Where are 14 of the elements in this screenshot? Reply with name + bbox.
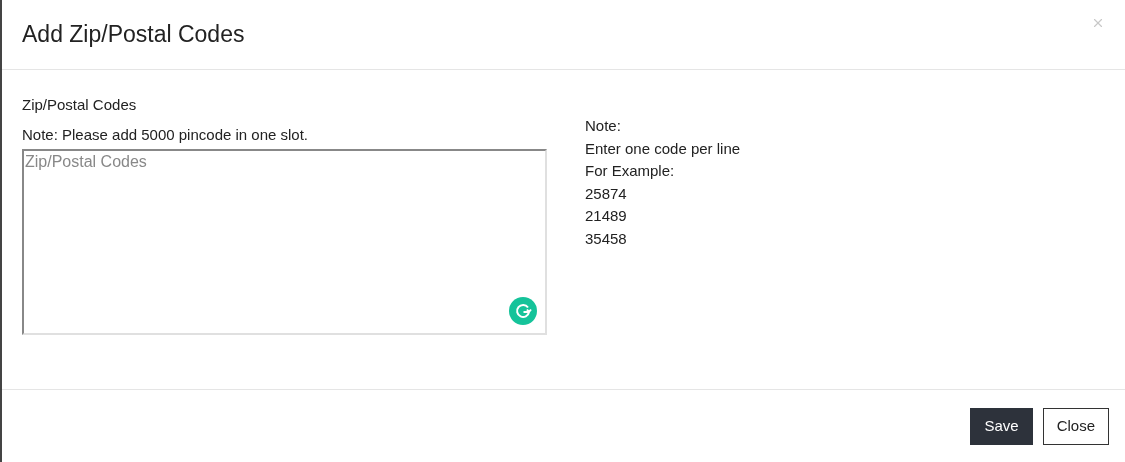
- field-label: Zip/Postal Codes: [22, 95, 138, 115]
- zip-codes-field[interactable]: Zip/Postal Codes: [22, 149, 547, 335]
- field-note: Note: Please add 5000 pincode in one slot.: [22, 125, 310, 145]
- help-line: 21489: [585, 206, 628, 227]
- close-icon[interactable]: [1091, 16, 1105, 30]
- help-line: 35458: [585, 228, 628, 249]
- close-button[interactable]: Close: [1042, 407, 1109, 445]
- help-line: 25874: [585, 183, 628, 204]
- save-button[interactable]: Save: [970, 407, 1033, 445]
- grammar-check-icon[interactable]: [509, 297, 537, 325]
- dialog-title: Add Zip/Postal Codes: [22, 20, 245, 50]
- help-line: For Example:: [585, 161, 676, 182]
- help-line: Note:: [585, 116, 622, 136]
- help-line: Enter one code per line: [585, 138, 741, 159]
